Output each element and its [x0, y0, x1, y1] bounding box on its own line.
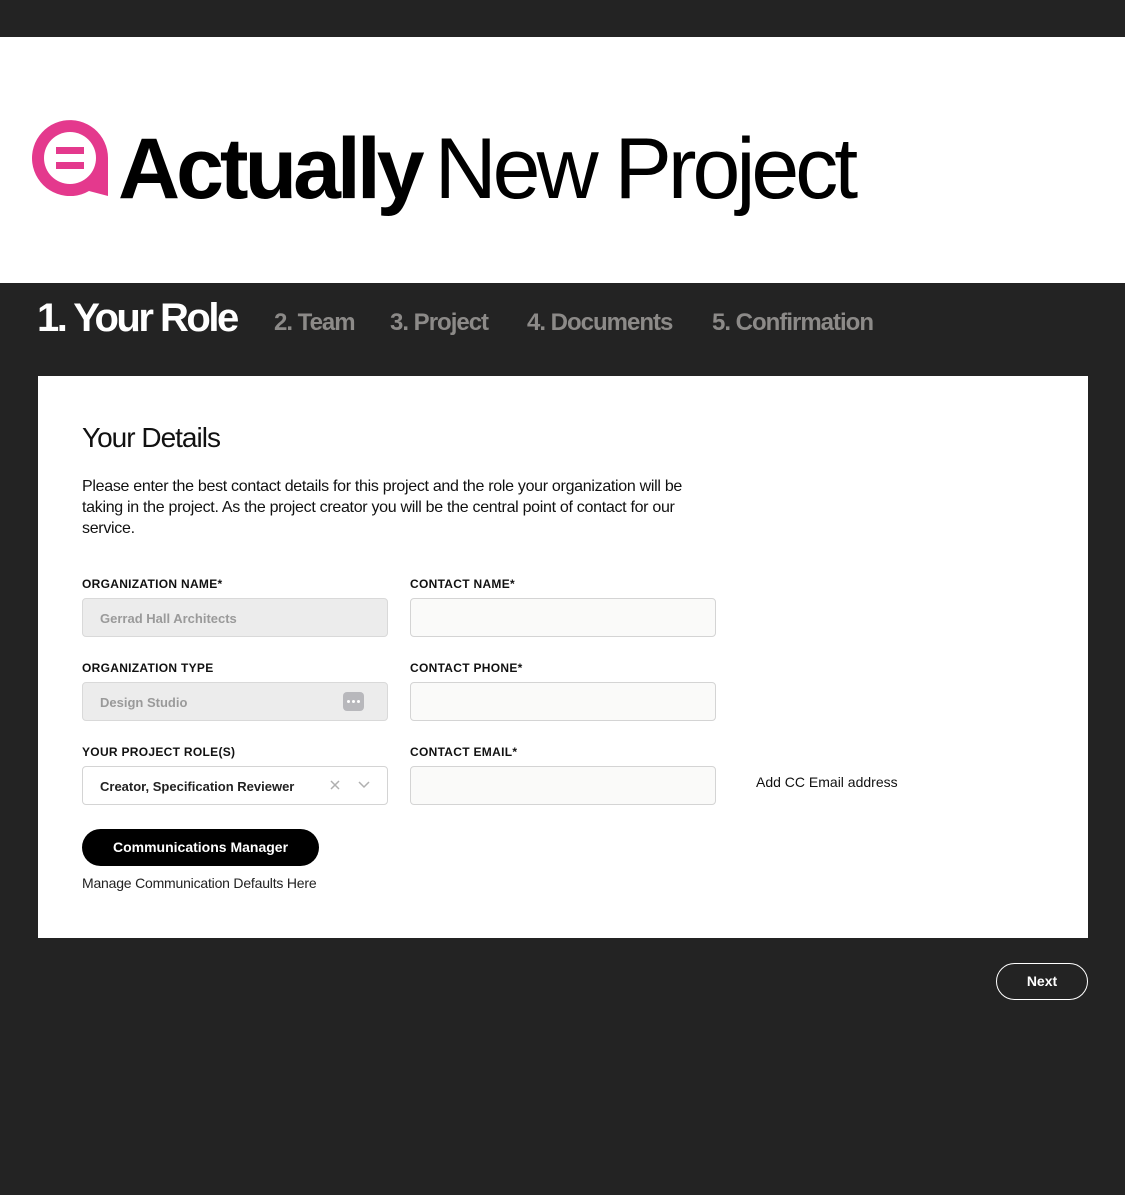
brand-title: Actually New Project — [118, 121, 859, 217]
details-card: Your Details Please enter the best conta… — [38, 376, 1088, 938]
org-name-field[interactable]: Gerrad Hall Architects — [82, 598, 388, 637]
communications-manager-button[interactable]: Communications Manager — [82, 829, 319, 866]
add-cc-email-link[interactable]: Add CC Email address — [756, 774, 898, 790]
project-roles-value: Creator, Specification Reviewer — [100, 779, 295, 794]
step-your-role[interactable]: 1. Your Role — [37, 296, 239, 341]
page-heading: New Project — [434, 121, 859, 217]
contact-email-input[interactable] — [411, 767, 715, 804]
org-name-value: Gerrad Hall Architects — [100, 611, 237, 626]
step-project[interactable]: 3. Project — [390, 309, 489, 337]
org-type-field[interactable]: Design Studio — [82, 682, 388, 721]
chevron-down-icon[interactable] — [358, 781, 370, 789]
contact-phone-input[interactable] — [411, 683, 715, 720]
step-team[interactable]: 2. Team — [274, 309, 356, 337]
communications-hint: Manage Communication Defaults Here — [82, 875, 317, 891]
clear-icon[interactable] — [329, 779, 341, 791]
contact-name-input[interactable] — [411, 599, 715, 636]
contact-name-field[interactable] — [410, 598, 716, 637]
card-description: Please enter the best contact details fo… — [82, 478, 683, 537]
actually-logo-icon — [32, 120, 108, 196]
step-confirmation[interactable]: 5. Confirmation — [712, 309, 874, 337]
brand-name: Actually — [118, 121, 425, 217]
contact-phone-field[interactable] — [410, 682, 716, 721]
more-options-icon[interactable] — [343, 692, 364, 711]
step-documents[interactable]: 4. Documents — [527, 309, 673, 337]
org-name-label: ORGANIZATION NAME* — [82, 577, 223, 591]
contact-name-label: CONTACT NAME* — [410, 577, 516, 591]
next-button[interactable]: Next — [996, 963, 1088, 1000]
top-bar — [0, 0, 1125, 37]
org-type-value: Design Studio — [100, 695, 188, 710]
card-title: Your Details — [82, 422, 221, 453]
org-type-label: ORGANIZATION TYPE — [82, 661, 214, 675]
contact-email-field[interactable] — [410, 766, 716, 805]
contact-phone-label: CONTACT PHONE* — [410, 661, 523, 675]
page-header: Actually New Project — [0, 37, 1125, 283]
project-roles-select[interactable]: Creator, Specification Reviewer — [82, 766, 388, 805]
project-roles-label: YOUR PROJECT ROLE(S) — [82, 745, 236, 759]
contact-email-label: CONTACT EMAIL* — [410, 745, 518, 759]
stepper: 1. Your Role 2. Team 3. Project 4. Docum… — [37, 292, 1097, 352]
